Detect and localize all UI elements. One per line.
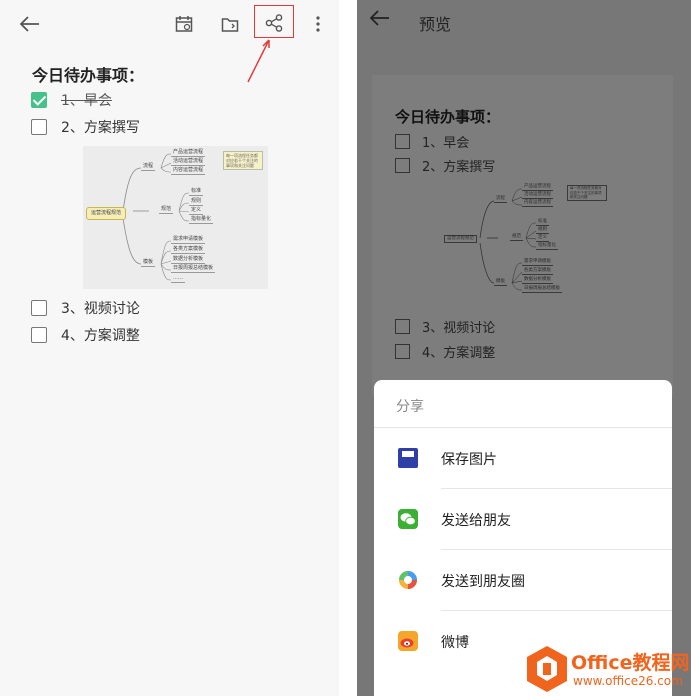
- share-label: 微博: [441, 635, 469, 651]
- mindmap-root: 运营流程规范: [86, 207, 127, 220]
- preview-todo-label: 4、方案调整: [422, 345, 496, 361]
- mindmap-leaf: ……: [171, 275, 185, 283]
- todo-item[interactable]: 2、方案撰写: [31, 117, 140, 137]
- save-image-icon: [398, 448, 418, 468]
- checkbox[interactable]: [31, 119, 47, 135]
- mindmap-leaf: 产品运营流程: [171, 149, 206, 157]
- checkbox[interactable]: [31, 327, 47, 343]
- preview-pane: 预览 今日待办事项： 1、早会 2、方案撰写 运营流程规范 流程 产品运营流程 …: [357, 0, 691, 696]
- share-label: 发送给朋友: [441, 513, 511, 529]
- preview-mindmap-leaf: 规则: [536, 227, 549, 234]
- share-label: 保存图片: [441, 452, 497, 468]
- mindmap-branch: 模板: [141, 259, 156, 267]
- preview-mindmap-leaf: 数据分析模板: [522, 277, 553, 284]
- watermark: Office教程网 www.office26.com: [527, 644, 691, 696]
- preview-mindmap-root: 运营流程规范: [444, 235, 477, 243]
- more-icon[interactable]: [306, 12, 330, 36]
- preview-mindmap-leaf: 活动运营流程: [522, 192, 553, 199]
- checkbox: [395, 133, 410, 149]
- note-title: 今日待办事项：: [32, 66, 145, 85]
- preview-mindmap-leaf: 需求申请模板: [522, 259, 553, 266]
- mindmap-leaf: 标准: [189, 188, 204, 196]
- preview-todo-label: 2、方案撰写: [422, 159, 496, 175]
- preview-note-title: 今日待办事项：: [395, 108, 501, 126]
- wechat-icon: [398, 509, 418, 529]
- preview-todo: 2、方案撰写: [395, 156, 496, 175]
- preview-mindmap-leaf: 定义: [536, 235, 549, 242]
- back-arrow-icon[interactable]: [367, 6, 393, 30]
- share-moments[interactable]: 发送到朋友圈: [374, 550, 672, 610]
- todo-item[interactable]: 4、方案调整: [31, 325, 140, 345]
- preview-mindmap: 运营流程规范 流程 产品运营流程 活动运营流程 内容运营流程 每一项流程任务都对…: [442, 183, 607, 298]
- mindmap-image[interactable]: 运营流程规范 流程 产品运营流程 活动运营流程 内容运营流程 每一项流程任务都对…: [83, 146, 268, 289]
- todo-item[interactable]: 1、早会: [31, 90, 112, 110]
- preview-header-title: 预览: [419, 15, 452, 34]
- mindmap-branch: 流程: [141, 163, 156, 171]
- todo-label: 3、视频讨论: [61, 301, 140, 317]
- mindmap-leaf: 规则: [189, 198, 204, 206]
- todo-label: 1、早会: [61, 93, 112, 109]
- calendar-icon[interactable]: [172, 12, 196, 36]
- share-sheet-title: 分享: [396, 399, 424, 415]
- folder-icon[interactable]: [218, 12, 242, 36]
- todo-label: 4、方案调整: [61, 328, 140, 344]
- preview-todo-label: 1、早会: [422, 135, 470, 151]
- checkbox: [395, 157, 410, 173]
- checkbox: [395, 343, 410, 359]
- preview-mindmap-leaf: 日报周报总结模板: [522, 286, 562, 293]
- preview-mindmap-branch: 流程: [494, 196, 507, 203]
- mindmap-leaf: 数据分析模板: [171, 256, 206, 264]
- mindmap-branch: 规范: [159, 206, 174, 214]
- preview-mindmap-leaf: 指标量化: [536, 243, 558, 250]
- preview-mindmap-note: 每一项流程任务都对应若干个关注的事项和关注问题: [567, 185, 607, 201]
- mindmap-leaf: 日报周报总结模板: [171, 265, 216, 273]
- weibo-icon: [398, 631, 418, 651]
- mindmap-leaf: 指标量化: [189, 216, 214, 224]
- share-label: 发送到朋友圈: [441, 574, 525, 590]
- preview-mindmap-branch: 模板: [494, 279, 507, 286]
- preview-todo: 3、视频讨论: [395, 317, 496, 336]
- preview-todo: 1、早会: [395, 132, 470, 151]
- share-highlight-box: [254, 5, 294, 38]
- watermark-brand: Office教程网: [571, 652, 690, 674]
- watermark-url: www.office26.com: [573, 674, 683, 688]
- office-logo-icon: [527, 646, 567, 692]
- todo-label: 2、方案撰写: [61, 120, 140, 136]
- mindmap-leaf: 需求申请模板: [171, 236, 206, 244]
- todo-item[interactable]: 3、视频讨论: [31, 298, 140, 318]
- pane-divider: [339, 0, 357, 696]
- pointer-arrow: [247, 39, 270, 83]
- preview-mindmap-leaf: 标准: [536, 219, 549, 226]
- moments-icon: [399, 571, 417, 589]
- preview-todo-label: 3、视频讨论: [422, 320, 496, 336]
- mindmap-leaf: 各类方案模板: [171, 246, 206, 254]
- mindmap-note: 每一项流程任务都对应若干个关注的事项和关注问题: [223, 151, 263, 170]
- preview-todo: 4、方案调整: [395, 342, 496, 361]
- back-arrow-icon[interactable]: [16, 12, 44, 36]
- share-wechat-friend[interactable]: 发送给朋友: [374, 489, 672, 549]
- preview-mindmap-leaf: 产品运营流程: [522, 184, 553, 191]
- mindmap-leaf: 活动运营流程: [171, 158, 206, 166]
- checkbox: [395, 318, 410, 334]
- note-editor-pane: 今日待办事项： 1、早会 2、方案撰写 运营流程规范 流程 产品运营流程 活动运…: [0, 0, 339, 696]
- preview-mindmap-leaf: 内容运营流程: [522, 200, 553, 207]
- checkbox[interactable]: [31, 92, 47, 108]
- checkbox[interactable]: [31, 300, 47, 316]
- preview-mindmap-branch: 规范: [510, 234, 523, 241]
- mindmap-leaf: 内容运营流程: [171, 167, 206, 175]
- preview-mindmap-leaf: 各类方案模板: [522, 268, 553, 275]
- share-save-image[interactable]: 保存图片: [374, 428, 672, 488]
- mindmap-leaf: 定义: [189, 207, 204, 215]
